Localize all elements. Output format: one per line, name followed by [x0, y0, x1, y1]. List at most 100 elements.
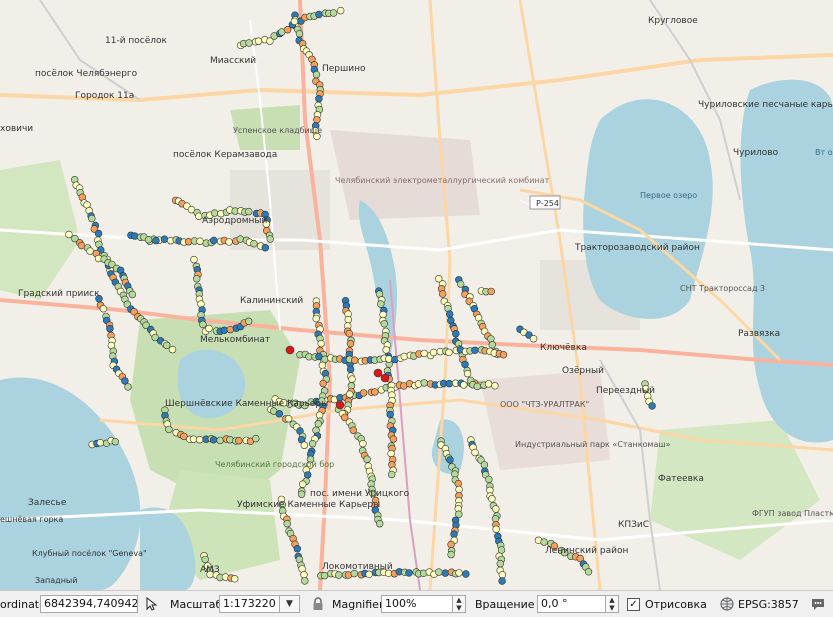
data-point[interactable] [86, 247, 94, 255]
data-point[interactable] [312, 314, 320, 323]
data-point[interactable] [455, 510, 463, 518]
data-point[interactable] [471, 346, 479, 354]
data-point[interactable] [252, 434, 260, 443]
data-point[interactable] [196, 237, 204, 245]
data-point[interactable] [455, 485, 463, 494]
data-point[interactable] [363, 455, 371, 463]
data-point[interactable] [96, 439, 105, 447]
data-point[interactable] [201, 555, 209, 564]
data-point[interactable] [190, 255, 198, 264]
spin-down-icon[interactable]: ▼ [606, 604, 618, 612]
data-point[interactable] [144, 236, 153, 244]
data-point[interactable] [165, 425, 173, 434]
data-point[interactable] [300, 570, 308, 579]
data-point[interactable] [371, 388, 379, 396]
data-point[interactable] [380, 320, 388, 328]
data-point[interactable] [359, 389, 368, 397]
data-point[interactable] [405, 569, 413, 577]
data-point[interactable] [496, 559, 504, 568]
data-point[interactable] [480, 461, 489, 469]
data-point[interactable] [293, 544, 301, 553]
data-point[interactable] [329, 9, 338, 17]
data-point[interactable] [648, 402, 656, 410]
data-point[interactable] [463, 369, 472, 378]
data-point[interactable] [377, 300, 385, 308]
data-point[interactable] [106, 325, 114, 333]
data-point[interactable] [304, 471, 312, 479]
data-point[interactable] [300, 441, 308, 449]
data-point[interactable] [301, 577, 309, 585]
data-point[interactable] [88, 214, 96, 223]
data-point[interactable] [461, 360, 469, 369]
data-point[interactable] [245, 39, 253, 47]
data-point[interactable] [462, 570, 470, 578]
data-point[interactable] [193, 275, 201, 283]
data-point[interactable] [299, 480, 307, 488]
data-point[interactable] [261, 244, 269, 252]
data-point[interactable] [216, 436, 224, 445]
coordinate-field[interactable]: 6842394,7409428 [40, 595, 138, 613]
data-point[interactable] [275, 410, 283, 418]
data-point[interactable] [152, 236, 160, 245]
scale-field[interactable]: 1:173220 [219, 595, 280, 613]
data-point[interactable] [77, 241, 86, 250]
data-point[interactable] [320, 571, 329, 580]
data-point[interactable] [199, 320, 207, 329]
data-point[interactable] [439, 290, 447, 298]
data-point[interactable] [290, 17, 299, 26]
data-point[interactable] [488, 495, 496, 503]
data-point[interactable] [441, 569, 449, 577]
map-svg[interactable]: 11-й посёлок Миасский Першино посёлок Челяб… [0, 0, 833, 590]
data-point[interactable] [400, 352, 408, 361]
data-point[interactable] [491, 382, 499, 390]
data-point-hotspot[interactable] [335, 400, 345, 410]
data-point[interactable] [210, 236, 218, 245]
data-point[interactable] [195, 436, 204, 444]
data-point[interactable] [225, 238, 233, 246]
data-point[interactable] [389, 435, 398, 443]
data-point[interactable] [205, 324, 213, 333]
data-point[interactable] [297, 490, 306, 498]
data-point[interactable] [529, 335, 538, 343]
data-point[interactable] [124, 383, 132, 391]
spin-up-icon[interactable]: ▲ [453, 596, 465, 604]
data-point[interactable] [337, 6, 345, 15]
data-point[interactable] [446, 310, 454, 318]
data-point[interactable] [111, 438, 120, 446]
crs-globe-icon[interactable] [718, 591, 736, 617]
data-point[interactable] [484, 380, 493, 388]
data-point[interactable] [305, 353, 313, 361]
data-point[interactable] [346, 340, 355, 348]
scale-dropdown-button[interactable]: ▼ [280, 595, 300, 613]
data-point[interactable] [455, 569, 463, 577]
data-point[interactable] [446, 456, 454, 464]
data-point[interactable] [435, 568, 443, 576]
data-point[interactable] [160, 235, 169, 243]
data-point[interactable] [420, 379, 428, 387]
data-point[interactable] [254, 37, 263, 45]
data-point[interactable] [283, 519, 291, 528]
data-point[interactable] [245, 207, 253, 216]
data-point[interactable] [313, 116, 321, 124]
data-point[interactable] [376, 519, 384, 528]
data-point[interactable] [99, 305, 108, 313]
rotation-spinner[interactable]: ▲ ▼ [606, 595, 619, 613]
data-point[interactable] [266, 235, 274, 243]
data-point[interactable] [359, 440, 367, 448]
data-point[interactable] [348, 375, 356, 383]
data-point[interactable] [445, 348, 453, 357]
rotation-field[interactable]: 0,0 ° [537, 595, 606, 613]
data-point[interactable] [457, 280, 465, 288]
data-point[interactable] [335, 571, 343, 579]
data-point[interactable] [492, 505, 500, 513]
data-point[interactable] [308, 440, 317, 448]
data-point[interactable] [94, 229, 103, 238]
data-point[interactable] [447, 540, 455, 549]
data-point[interactable] [498, 570, 507, 579]
data-point[interactable] [284, 415, 293, 423]
data-point[interactable] [321, 355, 329, 363]
data-point[interactable] [351, 356, 359, 364]
data-point[interactable] [231, 575, 239, 583]
spin-up-icon[interactable]: ▲ [606, 596, 618, 604]
data-point[interactable] [349, 426, 357, 434]
